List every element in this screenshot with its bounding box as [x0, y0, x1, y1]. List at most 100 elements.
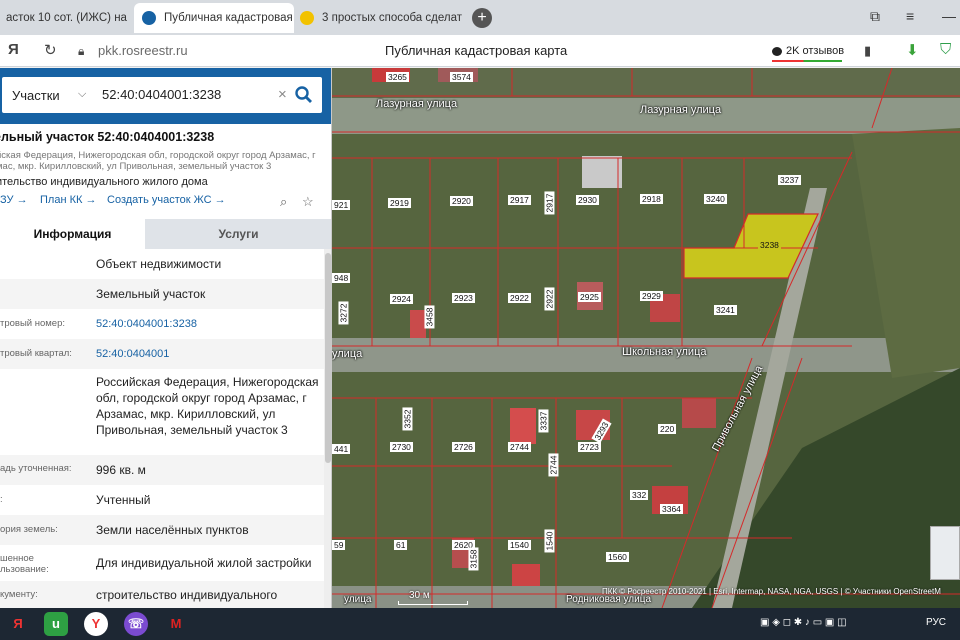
- mcafee-icon[interactable]: M: [164, 612, 188, 636]
- parcel-label[interactable]: 3458: [424, 305, 435, 329]
- parcel-label[interactable]: 3240: [704, 194, 727, 204]
- search-icon[interactable]: [294, 85, 314, 105]
- parcel-label[interactable]: 3237: [778, 175, 801, 185]
- menu-icon[interactable]: ≡: [906, 8, 914, 24]
- browser-tab-2[interactable]: Публичная кадастровая ×: [134, 3, 294, 33]
- reload-icon[interactable]: ↻: [44, 41, 57, 59]
- row-value: Для индивидуальной жилой застройки: [96, 556, 312, 570]
- url-field[interactable]: pkk.rosreestr.ru: [98, 43, 188, 58]
- info-panel: Участки ⌵ × ельный участок 52:40:0404001…: [0, 68, 332, 608]
- object-links: ЗУ → План КК → Создать участок ЖС → ⌕ ☆: [0, 194, 331, 214]
- parcel-label[interactable]: 3337: [538, 409, 549, 433]
- viber-icon[interactable]: ☏: [124, 612, 148, 636]
- download-icon[interactable]: ⬇: [906, 41, 919, 59]
- tab-services[interactable]: Услуги: [145, 219, 331, 249]
- parcel-label[interactable]: 3574: [450, 72, 473, 82]
- browser-tab-1[interactable]: асток 10 сот. (ИЖС) на ×: [6, 3, 132, 33]
- parcel-label[interactable]: 220: [658, 424, 677, 434]
- search-input[interactable]: [102, 87, 272, 102]
- parcel-label[interactable]: 3265: [386, 72, 409, 82]
- scale-bar: [398, 601, 468, 605]
- star-icon[interactable]: ☆: [302, 194, 314, 210]
- parcel-label[interactable]: 2744: [508, 442, 531, 452]
- parcel-label[interactable]: 3364: [660, 504, 683, 514]
- tab-information[interactable]: Информация: [0, 219, 145, 249]
- new-tab-button[interactable]: +: [472, 8, 492, 28]
- page-title: Публичная кадастровая карта: [385, 43, 568, 58]
- parcel-label[interactable]: 2930: [576, 195, 599, 205]
- table-row: тровый номер: 52:40:0404001:3238: [0, 309, 324, 339]
- parcel-label[interactable]: 2925: [578, 292, 601, 302]
- reviews-rating-bar: [772, 60, 842, 62]
- parcel-label[interactable]: 2922: [508, 293, 531, 303]
- tray-icons[interactable]: ▣ ◈ ◻ ✱ ♪ ▭ ▣ ◫: [760, 617, 847, 628]
- tab-title: асток 10 сот. (ИЖС) на: [6, 12, 127, 24]
- parcel-label[interactable]: 2744: [548, 453, 559, 477]
- plan-kk-link[interactable]: План КК →: [40, 194, 96, 206]
- zu-link[interactable]: ЗУ →: [0, 194, 28, 206]
- language-indicator[interactable]: РУС: [926, 617, 946, 628]
- parcel-label[interactable]: 921: [332, 200, 351, 210]
- protect-shield-icon[interactable]: ⛉: [940, 41, 951, 58]
- torrent-app-icon[interactable]: u: [44, 612, 68, 636]
- search-type-dropdown[interactable]: Участки: [12, 88, 60, 103]
- parcel-label[interactable]: 2730: [390, 442, 413, 452]
- parcel-label[interactable]: 2917: [544, 191, 555, 215]
- parcel-label[interactable]: 2726: [452, 442, 475, 452]
- row-key: тровый номер:: [0, 318, 66, 329]
- parcel-label[interactable]: 2929: [640, 291, 663, 301]
- create-zhs-link[interactable]: Создать участок ЖС →: [107, 194, 226, 206]
- reviews-button[interactable]: 2K отзывов: [766, 41, 850, 61]
- parcel-label[interactable]: 2922: [544, 287, 555, 311]
- panel-scrollbar[interactable]: [324, 249, 331, 608]
- bookmarks-icon[interactable]: ⧉: [870, 8, 880, 25]
- chevron-down-icon[interactable]: ⌵: [78, 88, 86, 101]
- table-row: шенное льзование: Для индивидуальной жил…: [0, 545, 324, 581]
- parcel-label[interactable]: 2924: [390, 294, 413, 304]
- street-label: Лазурная улица: [376, 98, 458, 110]
- table-row: ория земель: Земли населённых пунктов: [0, 515, 324, 545]
- yandex-logo-icon[interactable]: Я: [8, 41, 19, 58]
- search-box: Участки ⌵ ×: [2, 77, 322, 113]
- cadastral-map[interactable]: Лазурная улица Лазурная улица улица Школ…: [332, 68, 960, 608]
- table-row: : Учтенный: [0, 485, 324, 515]
- parcel-label[interactable]: 3238: [758, 240, 781, 250]
- parcel-label[interactable]: 3272: [338, 301, 349, 325]
- parcel-label[interactable]: 332: [630, 490, 649, 500]
- parcel-label[interactable]: 2723: [578, 442, 601, 452]
- parcel-label[interactable]: 61: [394, 540, 408, 550]
- lock-icon[interactable]: 🔒︎: [78, 44, 84, 59]
- row-value: Земельный участок: [96, 287, 206, 301]
- parcel-label[interactable]: 3241: [714, 305, 737, 315]
- street-label: улица: [344, 594, 372, 605]
- parcel-label[interactable]: 3158: [468, 547, 479, 571]
- table-row: Российская Федерация, Нижегородская обл,…: [0, 369, 324, 455]
- parcel-label[interactable]: 2917: [508, 195, 531, 205]
- yandex-search-icon[interactable]: Я: [6, 612, 30, 636]
- street-label: Лазурная улица: [640, 104, 722, 116]
- parcel-label[interactable]: 2919: [388, 198, 411, 208]
- yandex-browser-icon[interactable]: Y: [84, 612, 108, 636]
- cadastral-number-link[interactable]: 52:40:0404001:3238: [96, 316, 322, 332]
- overview-minimap[interactable]: [930, 526, 960, 580]
- browser-tab-3[interactable]: 3 простых способа сделат ×: [300, 3, 464, 33]
- minimize-icon[interactable]: —: [942, 8, 956, 24]
- parcel-label[interactable]: 1560: [606, 552, 629, 562]
- parcel-label[interactable]: 1540: [508, 540, 531, 550]
- measure-icon[interactable]: ⌕: [280, 194, 287, 210]
- cadastral-quarter-link[interactable]: 52:40:0404001: [96, 346, 322, 362]
- scrollbar-thumb[interactable]: [325, 253, 331, 463]
- clear-icon[interactable]: ×: [278, 86, 287, 103]
- parcel-label[interactable]: 2920: [450, 196, 473, 206]
- parcel-label[interactable]: 3352: [402, 407, 413, 431]
- parcel-label[interactable]: 2923: [452, 293, 475, 303]
- bookmark-icon[interactable]: ▮: [864, 43, 871, 59]
- parcel-label[interactable]: 1540: [544, 529, 555, 553]
- parcel-label[interactable]: 59: [332, 540, 346, 550]
- row-key: шенное льзование:: [0, 553, 49, 575]
- speech-bubble-icon: [772, 46, 782, 56]
- row-value: Учтенный: [96, 493, 151, 507]
- parcel-label[interactable]: 948: [332, 273, 351, 283]
- parcel-label[interactable]: 441: [332, 444, 351, 454]
- parcel-label[interactable]: 2918: [640, 194, 663, 204]
